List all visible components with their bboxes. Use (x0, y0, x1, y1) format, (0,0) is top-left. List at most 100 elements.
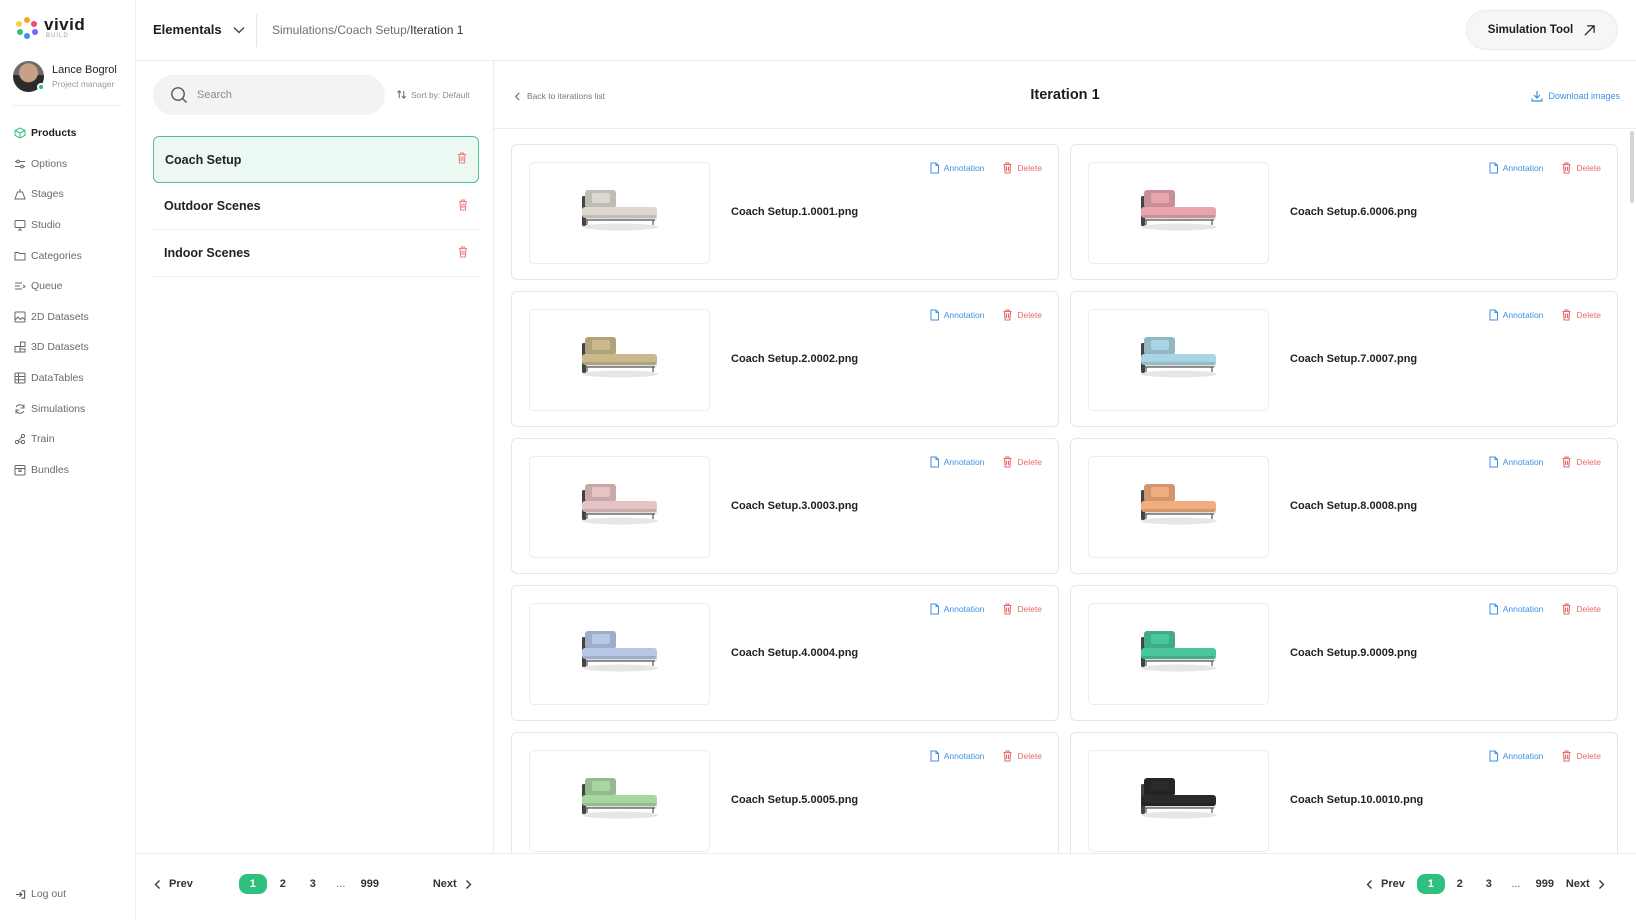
document-icon (1489, 750, 1498, 762)
annotation-label: Annotation (1502, 751, 1544, 761)
image-card[interactable]: Coach Setup.7.0007.png Annotation Delete (1070, 291, 1618, 427)
page-button[interactable]: 2 (269, 874, 297, 894)
nav-item-train[interactable]: Train (14, 424, 89, 455)
document-icon (930, 750, 939, 762)
delete-image-button[interactable]: Delete (1002, 750, 1042, 762)
annotation-button[interactable]: Annotation (1488, 750, 1544, 762)
delete-image-button[interactable]: Delete (1002, 162, 1042, 174)
boxes-icon (14, 341, 26, 353)
nav-item-stages[interactable]: Stages (14, 179, 89, 210)
nav-item-simulations[interactable]: Simulations (14, 393, 89, 424)
card-actions: Annotation Delete (929, 603, 1042, 615)
nav-item-datatables[interactable]: DataTables (14, 363, 89, 394)
annotation-button[interactable]: Annotation (929, 162, 984, 174)
delete-label: Delete (1017, 163, 1042, 173)
delete-image-button[interactable]: Delete (1561, 456, 1601, 468)
page-button[interactable]: 1 (238, 874, 267, 894)
brand-logo[interactable]: vivid BUILD (16, 16, 85, 39)
image-card[interactable]: Coach Setup.4.0004.png Annotation Delete (511, 585, 1059, 721)
image-card[interactable]: Coach Setup.9.0009.png Annotation Delete (1070, 585, 1618, 721)
chevron-left-icon (1366, 879, 1372, 889)
image-card[interactable]: Coach Setup.6.0006.png Annotation Delete (1070, 144, 1618, 280)
annotation-button[interactable]: Annotation (1488, 309, 1543, 321)
document-icon (930, 309, 939, 321)
page-button-last[interactable]: 999 (1528, 874, 1562, 894)
search-box[interactable] (153, 75, 385, 115)
scene-item[interactable]: Coach Setup (153, 136, 479, 183)
delete-scene-button[interactable] (458, 245, 468, 261)
annotation-button[interactable]: Annotation (929, 309, 984, 321)
page-button[interactable]: 1 (1416, 874, 1445, 894)
prev-page-button[interactable]: Prev (1366, 878, 1405, 890)
nav-item-2d-datasets[interactable]: 2D Datasets (14, 302, 89, 333)
image-thumbnail[interactable] (529, 750, 710, 852)
annotation-button[interactable]: Annotation (929, 456, 984, 468)
nav-item-categories[interactable]: Categories (14, 240, 89, 271)
trash-icon (1562, 309, 1571, 321)
breadcrumb-path[interactable]: Simulations/Coach Setup/ (272, 23, 410, 37)
image-thumbnail[interactable] (529, 309, 710, 411)
next-page-button[interactable]: Next (433, 878, 472, 890)
image-filename: Coach Setup.9.0009.png (1290, 647, 1418, 659)
image-thumbnail[interactable] (1088, 309, 1269, 411)
image-thumbnail[interactable] (1088, 603, 1269, 705)
image-thumbnail[interactable] (1088, 162, 1269, 264)
delete-image-button[interactable]: Delete (1561, 309, 1601, 321)
image-thumbnail[interactable] (529, 603, 710, 705)
sort-dropdown[interactable]: Sort by: Default (396, 89, 470, 100)
image-thumbnail[interactable] (1088, 456, 1269, 558)
simulation-tool-button[interactable]: Simulation Tool (1466, 10, 1618, 50)
delete-scene-button[interactable] (458, 198, 468, 214)
image-card[interactable]: Coach Setup.8.0008.png Annotation Delete (1070, 438, 1618, 574)
image-grid: Coach Setup.1.0001.png Annotation Delete Co… (511, 144, 1618, 853)
image-card[interactable]: Coach Setup.3.0003.png Annotation Delete (511, 438, 1059, 574)
image-card[interactable]: Coach Setup.2.0002.png Annotation Delete (511, 291, 1059, 427)
download-icon (1531, 91, 1544, 102)
image-filename: Coach Setup.6.0006.png (1290, 206, 1418, 218)
logout-icon (15, 889, 26, 899)
delete-image-button[interactable]: Delete (1002, 603, 1042, 615)
annotation-button[interactable]: Annotation (1488, 456, 1543, 468)
image-thumbnail[interactable] (529, 456, 710, 558)
download-images-link[interactable]: Download images (1531, 90, 1620, 102)
nav-item-products[interactable]: Products (14, 118, 89, 149)
page-button-last[interactable]: 999 (353, 874, 387, 894)
annotation-button[interactable]: Annotation (929, 603, 984, 615)
topbar-divider (256, 14, 257, 47)
image-card[interactable]: Coach Setup.5.0005.png Annotation Delete (511, 732, 1059, 853)
workspace-dropdown[interactable]: Elementals (153, 22, 246, 37)
delete-image-button[interactable]: Delete (1561, 750, 1601, 762)
nav-item-queue[interactable]: Queue (14, 271, 89, 302)
next-page-button[interactable]: Next (1566, 878, 1605, 890)
image-card[interactable]: Coach Setup.10.0010.png Annotation Delete (1070, 732, 1618, 853)
delete-image-button[interactable]: Delete (1002, 309, 1042, 321)
scene-panel: Sort by: Default Coach Setup Outdoor Scen… (136, 61, 494, 853)
search-input[interactable] (197, 89, 367, 101)
nav-item-3d-datasets[interactable]: 3D Datasets (14, 332, 89, 363)
image-card[interactable]: Coach Setup.1.0001.png Annotation Delete (511, 144, 1059, 280)
scene-item[interactable]: Outdoor Scenes (153, 183, 479, 230)
annotation-button[interactable]: Annotation (1488, 162, 1543, 174)
page-button[interactable]: 2 (1446, 874, 1474, 894)
delete-image-button[interactable]: Delete (1561, 603, 1601, 615)
annotation-button[interactable]: Annotation (1488, 603, 1543, 615)
delete-image-button[interactable]: Delete (1002, 456, 1042, 468)
image-thumbnail[interactable] (529, 162, 710, 264)
page-button[interactable]: 3 (299, 874, 327, 894)
nav-item-options[interactable]: Options (14, 149, 89, 180)
page-button[interactable]: 3 (1475, 874, 1503, 894)
logout-button[interactable]: Log out (15, 888, 66, 900)
prev-page-button[interactable]: Prev (154, 878, 193, 890)
iteration-header: Back to iterations list Iteration 1 Down… (494, 61, 1636, 129)
image-grid-viewport[interactable]: Coach Setup.1.0001.png Annotation Delete Co… (494, 129, 1626, 853)
image-thumbnail[interactable] (1088, 750, 1269, 852)
annotation-label: Annotation (943, 751, 985, 761)
nav-item-studio[interactable]: Studio (14, 210, 89, 241)
delete-scene-button[interactable] (457, 152, 467, 167)
delete-image-button[interactable]: Delete (1561, 162, 1601, 174)
user-profile[interactable]: Lance Bogrol Project manager (13, 61, 117, 92)
scene-item[interactable]: Indoor Scenes (153, 230, 479, 277)
annotation-button[interactable]: Annotation (929, 750, 985, 762)
scrollbar[interactable] (1630, 131, 1634, 203)
nav-item-bundles[interactable]: Bundles (14, 455, 89, 486)
